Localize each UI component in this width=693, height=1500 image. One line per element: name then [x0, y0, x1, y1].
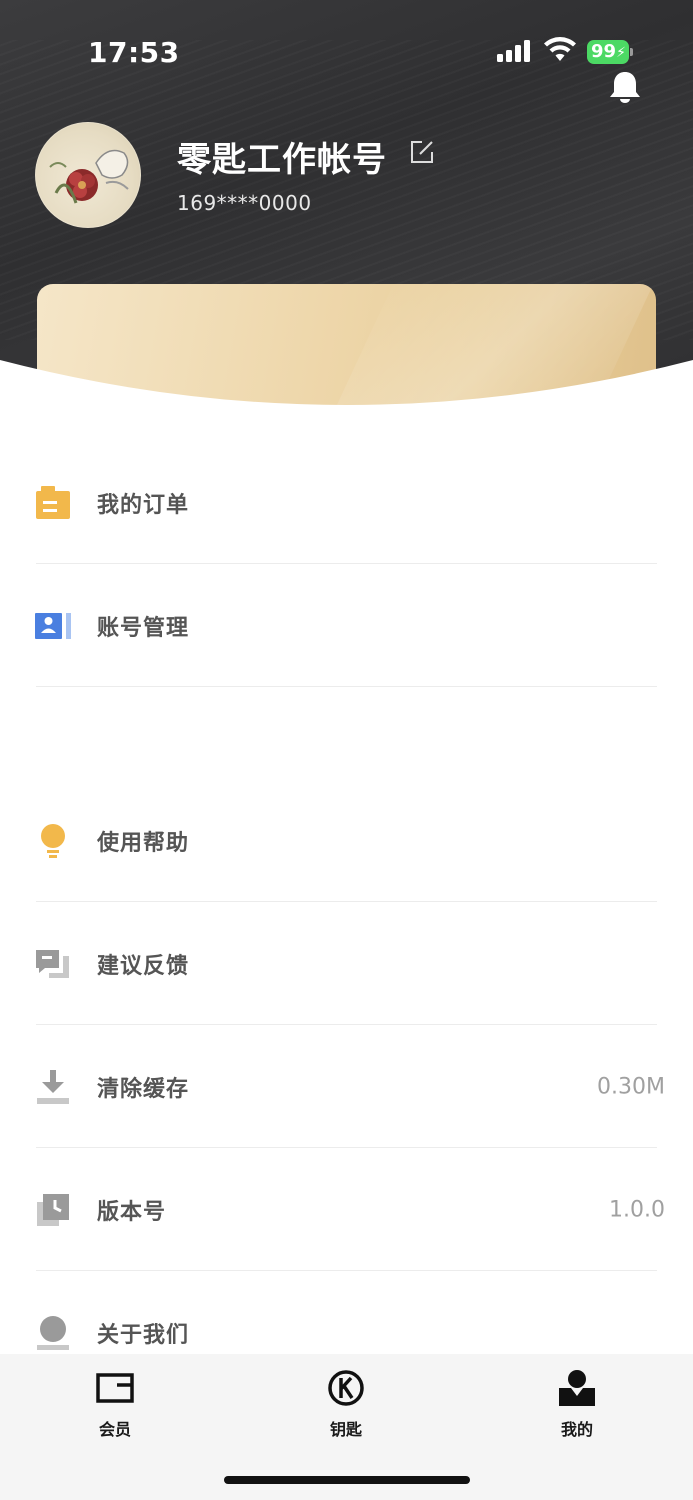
person-icon [37, 1315, 69, 1350]
menu-item-orders[interactable]: 我的订单 [0, 441, 693, 564]
clock-icon [37, 1193, 69, 1226]
home-indicator [224, 1476, 470, 1484]
tab-mine[interactable]: 我的 [517, 1368, 637, 1439]
menu-label: 我的订单 [97, 492, 190, 518]
header-curve [0, 360, 693, 420]
menu-label: 关于我们 [97, 1322, 190, 1348]
status-time: 17:53 [88, 36, 180, 69]
feedback-icon [36, 949, 69, 978]
tab-label: 会员 [98, 1420, 131, 1439]
divider [36, 686, 657, 687]
battery-icon: 99⚡ [587, 40, 633, 64]
menu-label: 建议反馈 [97, 953, 190, 979]
lightbulb-icon [41, 823, 65, 858]
version-number: 1.0.0 [609, 1197, 665, 1222]
profile-icon [559, 1370, 595, 1406]
download-icon [37, 1069, 69, 1104]
edit-icon[interactable] [409, 139, 435, 165]
tab-key[interactable]: 钥匙 [286, 1368, 406, 1439]
key-logo-icon [328, 1370, 364, 1406]
cellular-signal-icon [497, 40, 533, 62]
wallet-icon [96, 1373, 134, 1403]
account-card-icon [35, 612, 71, 639]
menu-item-help[interactable]: 使用帮助 [0, 779, 693, 902]
menu-item-account[interactable]: 账号管理 [0, 564, 693, 687]
wifi-icon [544, 37, 576, 61]
username: 零匙工作帐号 [177, 140, 387, 180]
menu-label: 使用帮助 [97, 830, 190, 856]
tab-member[interactable]: 会员 [55, 1368, 175, 1439]
tab-label: 我的 [560, 1420, 593, 1439]
phone-number: 169****0000 [177, 191, 312, 215]
cache-size: 0.30M [597, 1074, 665, 1099]
tab-label: 钥匙 [329, 1420, 362, 1439]
menu-item-feedback[interactable]: 建议反馈 [0, 902, 693, 1025]
avatar-image [49, 149, 129, 204]
status-bar: 17:53 99⚡ [0, 0, 693, 100]
avatar[interactable] [35, 122, 141, 228]
menu-label: 版本号 [97, 1199, 167, 1225]
menu-label: 清除缓存 [97, 1076, 190, 1102]
menu-item-version[interactable]: 版本号 1.0.0 [0, 1148, 693, 1271]
menu-label: 账号管理 [97, 615, 190, 641]
order-icon [36, 485, 70, 519]
bell-icon[interactable] [606, 70, 644, 106]
profile-header: 17:53 99⚡ 零匙工作帐号 169****0000 [0, 0, 693, 420]
battery-level: 99 [591, 41, 617, 62]
menu-item-clear-cache[interactable]: 清除缓存 0.30M [0, 1025, 693, 1148]
